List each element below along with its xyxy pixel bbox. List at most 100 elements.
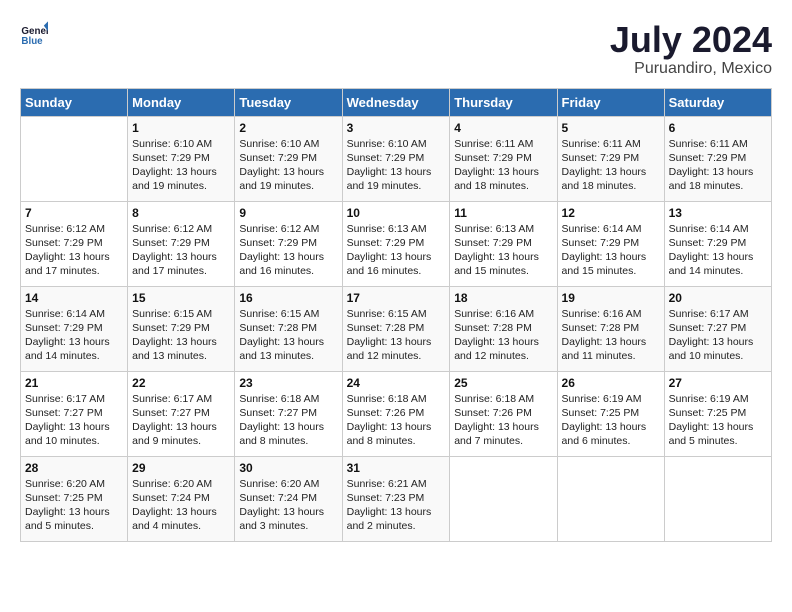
- calendar-week-row: 21 Sunrise: 6:17 AM Sunset: 7:27 PM Dayli…: [21, 371, 772, 456]
- day-number: 16: [239, 291, 337, 305]
- calendar-cell: 9 Sunrise: 6:12 AM Sunset: 7:29 PM Daylig…: [235, 201, 342, 286]
- day-info: Sunrise: 6:17 AM Sunset: 7:27 PM Dayligh…: [669, 307, 767, 364]
- day-info: Sunrise: 6:18 AM Sunset: 7:27 PM Dayligh…: [239, 392, 337, 449]
- day-info: Sunrise: 6:21 AM Sunset: 7:23 PM Dayligh…: [347, 477, 446, 534]
- day-number: 23: [239, 376, 337, 390]
- calendar-cell: 17 Sunrise: 6:15 AM Sunset: 7:28 PM Dayli…: [342, 286, 450, 371]
- calendar-cell: 8 Sunrise: 6:12 AM Sunset: 7:29 PM Daylig…: [128, 201, 235, 286]
- day-number: 31: [347, 461, 446, 475]
- calendar-cell: [664, 456, 771, 541]
- weekday-header-cell: Sunday: [21, 88, 128, 116]
- day-number: 5: [562, 121, 660, 135]
- calendar-week-row: 14Sunrise: 6:14 AM Sunset: 7:29 PM Dayli…: [21, 286, 772, 371]
- day-info: Sunrise: 6:14 AM Sunset: 7:29 PM Dayligh…: [25, 307, 123, 364]
- calendar-cell: 10 Sunrise: 6:13 AM Sunset: 7:29 PM Dayli…: [342, 201, 450, 286]
- day-number: 10: [347, 206, 446, 220]
- day-info: Sunrise: 6:12 AM Sunset: 7:29 PM Dayligh…: [239, 222, 337, 279]
- day-number: 25: [454, 376, 552, 390]
- calendar-cell: 28 Sunrise: 6:20 AM Sunset: 7:25 PM Dayli…: [21, 456, 128, 541]
- day-info: Sunrise: 6:14 AM Sunset: 7:29 PM Dayligh…: [669, 222, 767, 279]
- day-number: 18: [454, 291, 552, 305]
- day-number: 1: [132, 121, 230, 135]
- day-number: 17: [347, 291, 446, 305]
- logo-icon: General Blue: [20, 20, 48, 48]
- calendar-cell: 26Sunrise: 6:19 AM Sunset: 7:25 PM Dayli…: [557, 371, 664, 456]
- calendar-cell: [557, 456, 664, 541]
- day-info: Sunrise: 6:20 AM Sunset: 7:24 PM Dayligh…: [132, 477, 230, 534]
- day-info: Sunrise: 6:15 AM Sunset: 7:28 PM Dayligh…: [347, 307, 446, 364]
- calendar-cell: 15Sunrise: 6:15 AM Sunset: 7:29 PM Dayli…: [128, 286, 235, 371]
- day-number: 2: [239, 121, 337, 135]
- calendar-cell: [450, 456, 557, 541]
- calendar-week-row: 1 Sunrise: 6:10 AM Sunset: 7:29 PM Daylig…: [21, 116, 772, 201]
- logo: General Blue: [20, 20, 48, 48]
- weekday-header-row: SundayMondayTuesdayWednesdayThursdayFrid…: [21, 88, 772, 116]
- day-info: Sunrise: 6:16 AM Sunset: 7:28 PM Dayligh…: [454, 307, 552, 364]
- day-info: Sunrise: 6:11 AM Sunset: 7:29 PM Dayligh…: [454, 137, 552, 194]
- calendar-cell: 20 Sunrise: 6:17 AM Sunset: 7:27 PM Dayli…: [664, 286, 771, 371]
- calendar-body: 1 Sunrise: 6:10 AM Sunset: 7:29 PM Daylig…: [21, 116, 772, 541]
- day-number: 8: [132, 206, 230, 220]
- calendar-cell: 30 Sunrise: 6:20 AM Sunset: 7:24 PM Dayli…: [235, 456, 342, 541]
- calendar-cell: 16Sunrise: 6:15 AM Sunset: 7:28 PM Dayli…: [235, 286, 342, 371]
- day-info: Sunrise: 6:17 AM Sunset: 7:27 PM Dayligh…: [25, 392, 123, 449]
- day-info: Sunrise: 6:10 AM Sunset: 7:29 PM Dayligh…: [239, 137, 337, 194]
- day-info: Sunrise: 6:20 AM Sunset: 7:24 PM Dayligh…: [239, 477, 337, 534]
- day-info: Sunrise: 6:18 AM Sunset: 7:26 PM Dayligh…: [347, 392, 446, 449]
- calendar-cell: 27Sunrise: 6:19 AM Sunset: 7:25 PM Dayli…: [664, 371, 771, 456]
- day-number: 24: [347, 376, 446, 390]
- calendar-week-row: 7 Sunrise: 6:12 AM Sunset: 7:29 PM Daylig…: [21, 201, 772, 286]
- day-number: 3: [347, 121, 446, 135]
- day-number: 26: [562, 376, 660, 390]
- day-info: Sunrise: 6:20 AM Sunset: 7:25 PM Dayligh…: [25, 477, 123, 534]
- day-number: 6: [669, 121, 767, 135]
- calendar-cell: 29 Sunrise: 6:20 AM Sunset: 7:24 PM Dayli…: [128, 456, 235, 541]
- day-info: Sunrise: 6:12 AM Sunset: 7:29 PM Dayligh…: [25, 222, 123, 279]
- calendar-cell: 7 Sunrise: 6:12 AM Sunset: 7:29 PM Daylig…: [21, 201, 128, 286]
- weekday-header-cell: Friday: [557, 88, 664, 116]
- page-header: General Blue July 2024 Puruandiro, Mexic…: [20, 20, 772, 78]
- day-info: Sunrise: 6:18 AM Sunset: 7:26 PM Dayligh…: [454, 392, 552, 449]
- calendar-cell: 3 Sunrise: 6:10 AM Sunset: 7:29 PM Daylig…: [342, 116, 450, 201]
- day-number: 12: [562, 206, 660, 220]
- weekday-header-cell: Saturday: [664, 88, 771, 116]
- location: Puruandiro, Mexico: [610, 60, 772, 78]
- day-info: Sunrise: 6:12 AM Sunset: 7:29 PM Dayligh…: [132, 222, 230, 279]
- calendar-cell: 12 Sunrise: 6:14 AM Sunset: 7:29 PM Dayli…: [557, 201, 664, 286]
- calendar-cell: 21 Sunrise: 6:17 AM Sunset: 7:27 PM Dayli…: [21, 371, 128, 456]
- calendar-cell: 13Sunrise: 6:14 AM Sunset: 7:29 PM Dayli…: [664, 201, 771, 286]
- day-info: Sunrise: 6:14 AM Sunset: 7:29 PM Dayligh…: [562, 222, 660, 279]
- day-number: 4: [454, 121, 552, 135]
- day-number: 19: [562, 291, 660, 305]
- calendar-week-row: 28 Sunrise: 6:20 AM Sunset: 7:25 PM Dayli…: [21, 456, 772, 541]
- day-number: 20: [669, 291, 767, 305]
- day-number: 28: [25, 461, 123, 475]
- day-number: 11: [454, 206, 552, 220]
- day-number: 21: [25, 376, 123, 390]
- day-info: Sunrise: 6:10 AM Sunset: 7:29 PM Dayligh…: [347, 137, 446, 194]
- weekday-header-cell: Wednesday: [342, 88, 450, 116]
- calendar-cell: 25 Sunrise: 6:18 AM Sunset: 7:26 PM Dayli…: [450, 371, 557, 456]
- day-number: 9: [239, 206, 337, 220]
- calendar-cell: 2 Sunrise: 6:10 AM Sunset: 7:29 PM Daylig…: [235, 116, 342, 201]
- day-number: 27: [669, 376, 767, 390]
- calendar-cell: 14Sunrise: 6:14 AM Sunset: 7:29 PM Dayli…: [21, 286, 128, 371]
- weekday-header-cell: Thursday: [450, 88, 557, 116]
- day-number: 15: [132, 291, 230, 305]
- day-number: 30: [239, 461, 337, 475]
- calendar-cell: 24 Sunrise: 6:18 AM Sunset: 7:26 PM Dayli…: [342, 371, 450, 456]
- title-block: July 2024 Puruandiro, Mexico: [610, 20, 772, 78]
- calendar-cell: 5 Sunrise: 6:11 AM Sunset: 7:29 PM Daylig…: [557, 116, 664, 201]
- day-number: 29: [132, 461, 230, 475]
- day-info: Sunrise: 6:13 AM Sunset: 7:29 PM Dayligh…: [347, 222, 446, 279]
- calendar-table: SundayMondayTuesdayWednesdayThursdayFrid…: [20, 88, 772, 542]
- weekday-header-cell: Monday: [128, 88, 235, 116]
- calendar-cell: 22Sunrise: 6:17 AM Sunset: 7:27 PM Dayli…: [128, 371, 235, 456]
- calendar-cell: 1Sunrise: 6:10 AM Sunset: 7:29 PM Daylig…: [128, 116, 235, 201]
- calendar-cell: 11Sunrise: 6:13 AM Sunset: 7:29 PM Dayli…: [450, 201, 557, 286]
- day-info: Sunrise: 6:11 AM Sunset: 7:29 PM Dayligh…: [562, 137, 660, 194]
- calendar-cell: 19 Sunrise: 6:16 AM Sunset: 7:28 PM Dayli…: [557, 286, 664, 371]
- day-number: 7: [25, 206, 123, 220]
- day-info: Sunrise: 6:16 AM Sunset: 7:28 PM Dayligh…: [562, 307, 660, 364]
- calendar-cell: [21, 116, 128, 201]
